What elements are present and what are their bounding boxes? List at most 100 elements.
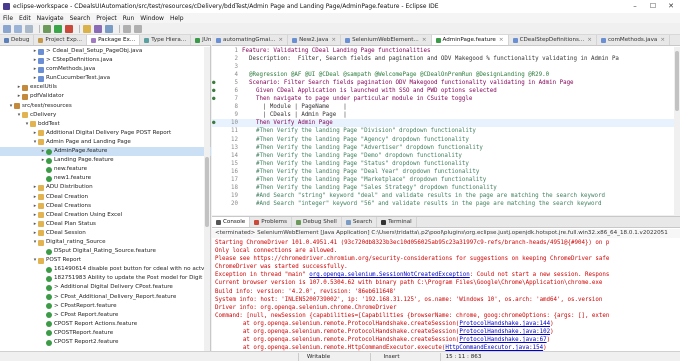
editor-tab[interactable]: CDealStepDefinitions... × bbox=[509, 35, 597, 45]
editor-tab[interactable]: New2.java × bbox=[288, 35, 342, 45]
menu-navigate[interactable]: Navigate bbox=[37, 15, 64, 22]
tree-item[interactable]: ▸ pdfValidator bbox=[0, 92, 211, 101]
close-tab-icon[interactable]: × bbox=[422, 37, 427, 43]
tree-item[interactable]: ▸ RunCucumberTest.java bbox=[0, 74, 211, 83]
search-icon[interactable] bbox=[105, 24, 113, 33]
view-tab[interactable]: Type Hiera... bbox=[140, 35, 192, 45]
console-link[interactable]: ProtocolHandshake.java:67 bbox=[459, 337, 546, 343]
console-link[interactable]: org.openqa.selenium.SessionNotCreatedExc… bbox=[309, 272, 470, 278]
tree-item[interactable]: ▸ CDeal Creations bbox=[0, 202, 211, 211]
tree-item[interactable]: ▸ CDeal Creation bbox=[0, 193, 211, 202]
maximize-button[interactable]: ☐ bbox=[644, 0, 662, 13]
editor-tab[interactable]: automatingGmai... × bbox=[212, 35, 289, 45]
editor-tab[interactable]: SeleniumWebElement... × bbox=[341, 35, 432, 45]
editor-scroll-thumb[interactable] bbox=[675, 51, 679, 111]
java-file-icon bbox=[292, 37, 298, 43]
console-tab[interactable]: Console bbox=[212, 217, 251, 227]
code-text: #And Search "integer" keyword "56" and v… bbox=[242, 200, 602, 207]
code-text: #Then Verify the landing Page "Agency" d… bbox=[242, 136, 469, 143]
menu-run[interactable]: Run bbox=[123, 15, 135, 22]
tree-item[interactable]: 182751983 Ability to update the Post mod… bbox=[0, 274, 211, 283]
tree-item[interactable]: ▸ ADU Distribution bbox=[0, 183, 211, 192]
console-link[interactable]: ProtocolHandshake.java:102 bbox=[459, 329, 550, 335]
save-icon[interactable] bbox=[14, 24, 22, 33]
run-icon[interactable] bbox=[54, 24, 62, 33]
console-tab[interactable]: Problems bbox=[250, 217, 293, 227]
tree-item[interactable]: ▸ CDeal Session bbox=[0, 229, 211, 238]
tree-item-label: CDeal Plan Status bbox=[46, 220, 96, 227]
back-icon[interactable] bbox=[123, 24, 131, 33]
tree-item[interactable]: > CPostReport.feature bbox=[0, 302, 211, 311]
tree-item[interactable]: ▾ src/test/resources bbox=[0, 102, 211, 111]
console-output[interactable]: Starting ChromeDriver 101.0.4951.41 (93c… bbox=[212, 239, 680, 352]
tree-item[interactable]: ▾ Digital_rating_Source bbox=[0, 238, 211, 247]
close-tab-icon[interactable]: × bbox=[278, 37, 283, 43]
console-link[interactable]: ProtocolHandshake.java:144 bbox=[459, 321, 550, 327]
tree-item[interactable]: > CPost Report.feature bbox=[0, 311, 211, 320]
console-tabs: Console Problems Debug Shell Search Terminal bbox=[212, 217, 680, 228]
menu-help[interactable]: Help bbox=[170, 15, 184, 22]
tree-item[interactable]: ▾ Admin Page and Landing Page bbox=[0, 138, 211, 147]
view-tab[interactable]: JUnit bbox=[191, 35, 211, 45]
view-tab[interactable]: Project Exp... bbox=[34, 35, 88, 45]
terminate-icon[interactable] bbox=[65, 24, 73, 33]
tree-item[interactable]: ▸ excelUtils bbox=[0, 83, 211, 92]
menu-search[interactable]: Search bbox=[70, 15, 91, 22]
close-tab-icon[interactable]: × bbox=[331, 37, 336, 43]
tree-item[interactable]: 161490614 disable post button for cdeal … bbox=[0, 265, 211, 274]
debug-icon[interactable] bbox=[43, 24, 51, 33]
save-all-icon[interactable] bbox=[25, 24, 33, 33]
tree-item[interactable]: DSput Digital_Rating_Source.feature bbox=[0, 247, 211, 256]
tree-item[interactable]: CPOST Report Actions.feature bbox=[0, 320, 211, 329]
tree-item[interactable]: CPOSTReport.feature bbox=[0, 329, 211, 338]
tree-item[interactable]: ▾ cDelivery bbox=[0, 111, 211, 120]
console-line: Command: [null, newSession {capabilities… bbox=[215, 312, 610, 319]
tree-item[interactable]: ▸ CDeal Plan Status bbox=[0, 220, 211, 229]
tree-item[interactable]: ▸ Additional Digital Delivery Page POST R… bbox=[0, 129, 211, 138]
tree-item[interactable]: ▸ Landing Page.feature bbox=[0, 156, 211, 165]
tree-item[interactable]: new.feature bbox=[0, 165, 211, 174]
console-tab[interactable]: Search bbox=[342, 217, 378, 227]
tree-item[interactable]: ▸ > Cdeal_Deal_Setup_PageObj.java bbox=[0, 47, 211, 56]
tree-item[interactable]: CPOST Report2.feature bbox=[0, 338, 211, 347]
menu-edit[interactable]: Edit bbox=[19, 15, 31, 22]
minimize-button[interactable]: – bbox=[626, 0, 644, 13]
editor-scrollbar[interactable] bbox=[674, 47, 680, 215]
tree-item[interactable]: > CPost_Additional_Delivery_Report.featu… bbox=[0, 293, 211, 302]
view-tab[interactable]: Package Ex... bbox=[87, 35, 141, 45]
close-tab-icon[interactable]: × bbox=[499, 37, 504, 43]
console-tab[interactable]: Terminal bbox=[377, 217, 417, 227]
menu-project[interactable]: Project bbox=[96, 15, 117, 22]
editor-tab[interactable]: comMethods.java × bbox=[597, 35, 670, 45]
console-tab[interactable]: Debug Shell bbox=[292, 217, 342, 227]
code-text: Then Verify Admin Page bbox=[242, 120, 333, 127]
tree-item[interactable]: ▸ AdminPage.feature bbox=[0, 147, 211, 157]
tree-scrollbar[interactable] bbox=[204, 47, 210, 351]
new-icon[interactable] bbox=[3, 24, 11, 33]
view-tab[interactable]: Debug bbox=[0, 35, 35, 45]
tree-item[interactable]: new1.feature bbox=[0, 174, 211, 183]
open-type-icon[interactable] bbox=[83, 24, 91, 33]
menu-window[interactable]: Window bbox=[140, 15, 164, 22]
tree-scroll-thumb[interactable] bbox=[205, 157, 209, 227]
close-tab-icon[interactable]: × bbox=[587, 37, 592, 43]
package-explorer-icon bbox=[91, 37, 97, 43]
forward-icon[interactable] bbox=[134, 24, 142, 33]
tree-item-label: > CPost_Additional_Delivery_Report.featu… bbox=[54, 293, 177, 300]
close-tab-icon[interactable]: × bbox=[660, 37, 665, 43]
feature-file-icon bbox=[46, 321, 52, 328]
terminal-icon bbox=[381, 219, 387, 225]
open-task-icon[interactable] bbox=[94, 24, 102, 33]
tree-item[interactable]: ▾ bddTest bbox=[0, 120, 211, 129]
feature-file-icon bbox=[46, 266, 52, 273]
editor-tab[interactable]: AdminPage.feature × bbox=[431, 35, 509, 45]
close-button[interactable]: ✕ bbox=[662, 0, 680, 13]
code-area[interactable]: 1 Feature: Validating CDeal Landing Page … bbox=[212, 47, 674, 215]
tree-item[interactable]: ▸ comMethods.java bbox=[0, 65, 211, 74]
menu-file[interactable]: File bbox=[3, 15, 13, 22]
tree-item-label: CDeal Creation Using Excel bbox=[46, 211, 123, 218]
tree-item[interactable]: ▾ POST Report bbox=[0, 256, 211, 265]
tree-item[interactable]: ▸ > CStepDefinitions.java bbox=[0, 56, 211, 65]
tree-item[interactable]: > Additional Digital Delivery CPost.feat… bbox=[0, 283, 211, 292]
tree-item[interactable]: ▸ CDeal Creation Using Excel bbox=[0, 211, 211, 220]
